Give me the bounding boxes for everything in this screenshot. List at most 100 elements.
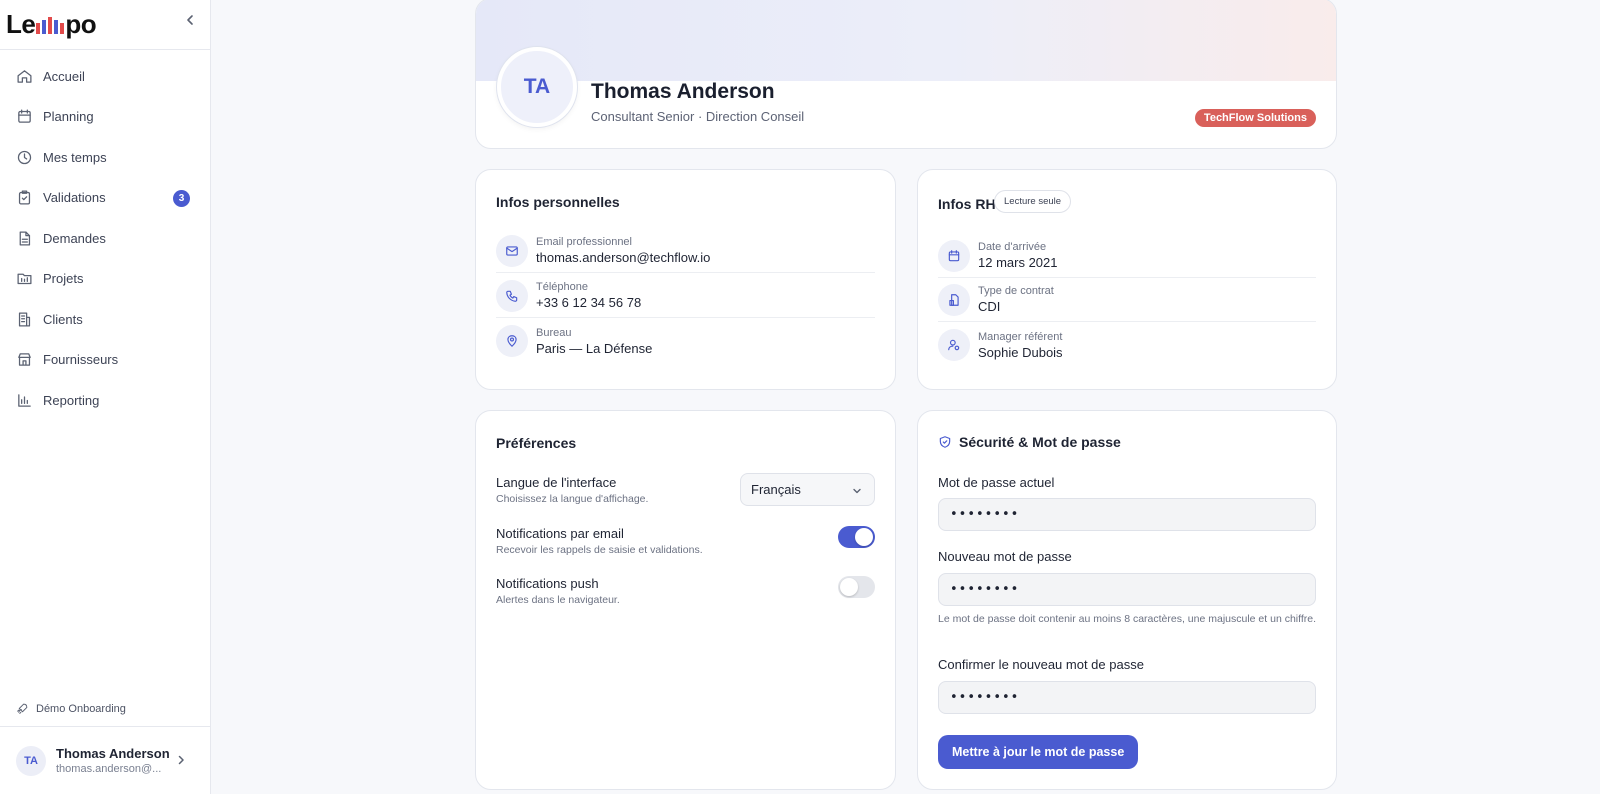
info-value: CDI: [978, 299, 1001, 314]
language-select[interactable]: Français: [740, 473, 875, 506]
info-value: thomas.anderson@techflow.io: [536, 250, 711, 265]
sidebar-item-reporting[interactable]: Reporting: [0, 380, 210, 421]
info-value: Sophie Dubois: [978, 344, 1063, 360]
user-email: thomas.anderson@...: [56, 763, 162, 775]
user-settings-icon: [938, 329, 970, 361]
sidebar-item-clients[interactable]: Clients: [0, 299, 210, 340]
phone-icon: [496, 279, 528, 312]
update-password-button[interactable]: Mettre à jour le mot de passe: [938, 735, 1139, 769]
collapse-sidebar-icon[interactable]: [182, 12, 198, 28]
current-password-field[interactable]: ••••••••: [938, 498, 1316, 531]
logo-bars: [36, 16, 65, 34]
profile-role: Consultant Senior · Direction Conseil: [591, 109, 805, 124]
info-label: Email professionnel: [536, 236, 632, 248]
sidebar-item-demandes[interactable]: Demandes: [0, 218, 210, 259]
sidebar-item-accueil[interactable]: Accueil: [0, 56, 210, 97]
document-icon: [19, 231, 31, 246]
pref-email-notifications: Notifications par email Recevoir les rap…: [496, 526, 875, 556]
preferences-card: Préférences Langue de l'interface Choisi…: [475, 410, 896, 790]
profile-avatar: TA: [497, 47, 577, 127]
sidebar-item-validations[interactable]: Validations 3: [0, 178, 210, 219]
info-row-contract: Type de contrat CDI: [938, 278, 1316, 322]
card-title: Infos RH: [938, 196, 996, 212]
confirm-password-label: Confirmer le nouveau mot de passe: [938, 657, 1144, 672]
info-row-start-date: Date d'arrivée 12 mars 2021: [938, 234, 1316, 278]
chevron-right-icon: [178, 755, 184, 765]
info-label: Téléphone: [536, 281, 588, 293]
demo-onboarding-link[interactable]: Démo Onboarding: [16, 702, 126, 715]
sidebar-item-label: Reporting: [43, 392, 100, 408]
sidebar-item-label: Accueil: [43, 68, 85, 84]
info-label: Manager référent: [978, 330, 1063, 343]
sidebar-nav: Accueil Planning Mes temps Validations 3…: [0, 50, 210, 421]
push-notifications-toggle[interactable]: [838, 576, 875, 598]
folder-icon: [17, 273, 32, 285]
info-value: 12 mars 2021: [978, 255, 1058, 270]
sidebar-item-label: Fournisseurs: [43, 352, 119, 368]
app-logo[interactable]: Le po: [6, 9, 97, 40]
sidebar-item-projets[interactable]: Projets: [0, 259, 210, 300]
pref-language: Langue de l'interface Choisissez la lang…: [496, 473, 875, 506]
sidebar-item-planning[interactable]: Planning: [0, 97, 210, 138]
home-icon: [17, 69, 32, 83]
sidebar-item-label: Planning: [43, 109, 94, 125]
profile-name: Thomas Anderson: [591, 80, 775, 103]
confirm-password-field[interactable]: ••••••••: [938, 681, 1316, 714]
new-password-field[interactable]: ••••••••: [938, 573, 1316, 606]
validations-count-badge: 3: [173, 189, 190, 207]
demo-onboarding-label: Démo Onboarding: [36, 702, 126, 715]
sidebar-item-label: Clients: [43, 311, 83, 327]
building-icon: [18, 312, 31, 327]
calendar-icon: [18, 109, 31, 124]
store-icon: [18, 353, 31, 367]
info-value: Paris — La Défense: [536, 340, 653, 356]
new-password-label: Nouveau mot de passe: [938, 549, 1072, 564]
current-user-menu[interactable]: TA Thomas Anderson thomas.anderson@...: [0, 726, 210, 794]
sidebar-item-label: Demandes: [43, 230, 106, 246]
sidebar-item-mes-temps[interactable]: Mes temps: [0, 137, 210, 178]
user-name: Thomas Anderson: [56, 746, 170, 761]
info-row-email: Email professionnel thomas.anderson@tech…: [496, 229, 875, 273]
shield-icon: [939, 436, 951, 448]
pref-title: Notifications par email: [496, 526, 624, 541]
toggle-knob: [840, 578, 858, 596]
info-row-office: Bureau Paris — La Défense: [496, 319, 875, 363]
card-title: Infos personnelles: [496, 194, 620, 210]
pref-subtitle: Recevoir les rappels de saisie et valida…: [496, 544, 703, 556]
sidebar-item-label: Validations: [43, 190, 106, 206]
chevron-down-icon: [853, 488, 861, 494]
map-pin-icon: [496, 325, 528, 357]
info-value: +33 6 12 34 56 78: [536, 295, 642, 310]
security-title: Sécurité & Mot de passe: [938, 434, 1121, 450]
sidebar-item-label: Projets: [43, 271, 84, 287]
info-label: Type de contrat: [978, 285, 1054, 297]
profile-header-card: TA Thomas Anderson Consultant Senior · D…: [475, 0, 1337, 149]
info-row-manager: Manager référent Sophie Dubois: [938, 323, 1316, 367]
mail-icon: [496, 234, 528, 267]
logo-row: Le po: [0, 0, 210, 50]
readonly-badge: Lecture seule: [994, 190, 1072, 213]
contract-icon: [938, 283, 970, 316]
info-label: Bureau: [536, 326, 572, 339]
info-row-phone: Téléphone +33 6 12 34 56 78: [496, 274, 875, 318]
language-select-value: Français: [751, 482, 801, 497]
toggle-knob: [855, 528, 873, 546]
personal-info-card: Infos personnelles Email professionnel t…: [475, 169, 896, 390]
rocket-icon: [17, 703, 28, 714]
clipboard-check-icon: [18, 190, 31, 205]
hr-info-card: Infos RH Lecture seule Date d'arrivée 12…: [917, 169, 1337, 390]
profile-banner: [476, 0, 1336, 81]
bar-chart-icon: [18, 393, 31, 407]
pref-push-notifications: Notifications push Alertes dans le navig…: [496, 576, 875, 606]
clock-icon: [17, 150, 32, 164]
user-info: Thomas Anderson thomas.anderson@...: [56, 746, 170, 775]
sidebar-item-fournisseurs[interactable]: Fournisseurs: [0, 340, 210, 381]
security-card: Sécurité & Mot de passe Mot de passe act…: [917, 410, 1337, 790]
security-title-text: Sécurité & Mot de passe: [959, 434, 1121, 450]
logo-text-end: po: [65, 9, 97, 39]
email-notifications-toggle[interactable]: [838, 526, 875, 548]
company-badge: TechFlow Solutions: [1194, 109, 1316, 127]
calendar-icon: [938, 239, 970, 272]
password-hint: Le mot de passe doit contenir au moins 8…: [938, 613, 1317, 625]
info-label: Date d'arrivée: [978, 241, 1047, 253]
